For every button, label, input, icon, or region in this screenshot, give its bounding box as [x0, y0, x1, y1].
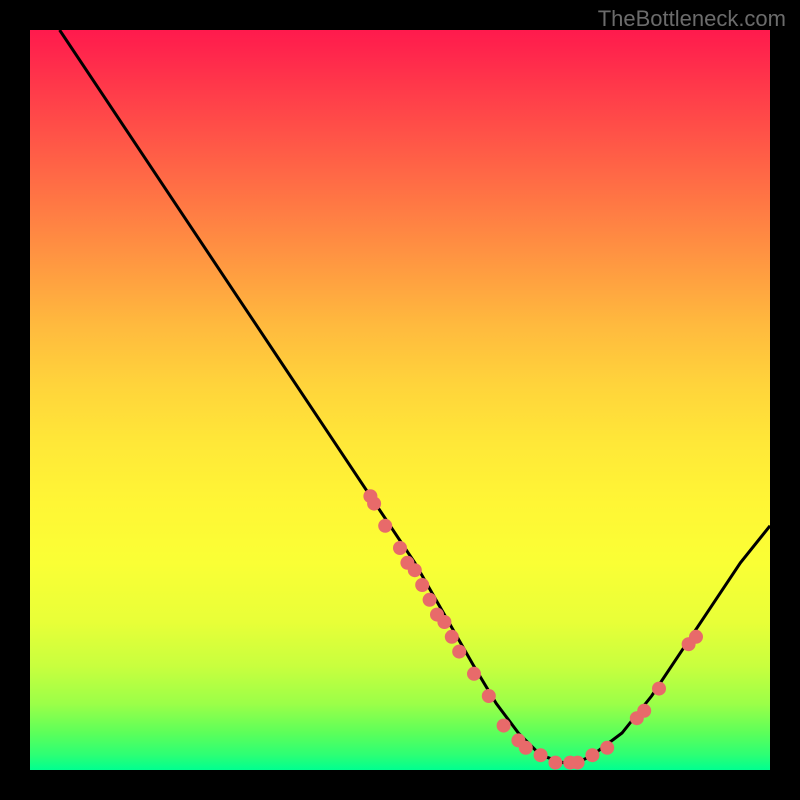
data-marker [652, 682, 666, 696]
data-marker [534, 748, 548, 762]
data-marker [378, 519, 392, 533]
data-marker [482, 689, 496, 703]
watermark-text: TheBottleneck.com [598, 6, 786, 32]
data-marker [600, 741, 614, 755]
data-marker [445, 630, 459, 644]
data-marker [415, 578, 429, 592]
data-marker [437, 615, 451, 629]
data-marker [571, 756, 585, 770]
data-marker [519, 741, 533, 755]
data-markers [363, 489, 703, 769]
data-marker [367, 497, 381, 511]
chart-svg [30, 30, 770, 770]
chart-plot-area [30, 30, 770, 770]
data-marker [408, 563, 422, 577]
data-marker [393, 541, 407, 555]
data-marker [689, 630, 703, 644]
data-marker [585, 748, 599, 762]
data-marker [497, 719, 511, 733]
data-marker [452, 645, 466, 659]
data-marker [467, 667, 481, 681]
data-marker [637, 704, 651, 718]
bottleneck-curve [60, 30, 770, 763]
data-marker [548, 756, 562, 770]
data-marker [423, 593, 437, 607]
